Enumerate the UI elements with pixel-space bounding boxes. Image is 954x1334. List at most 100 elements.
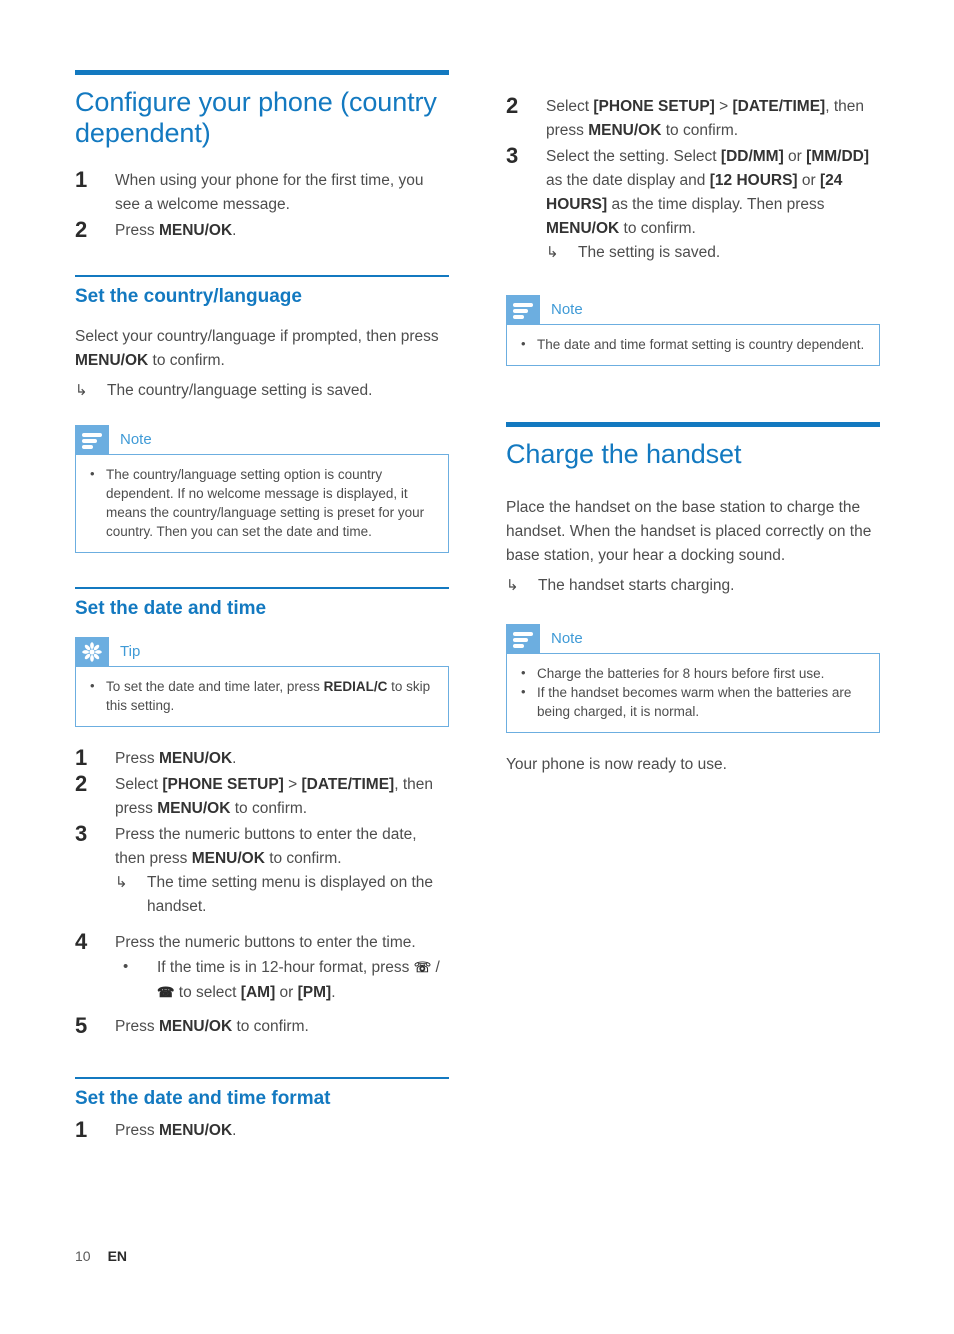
- arrow-icon: ↳: [115, 874, 128, 891]
- section-rule: [75, 1077, 449, 1079]
- step-text: Select the setting. Select [DD/MM] or [M…: [546, 145, 880, 241]
- page-title: Configure your phone (country dependent): [75, 87, 437, 148]
- bullet-icon: •: [123, 958, 129, 975]
- note-text: If the handset becomes warm when the bat…: [537, 685, 852, 719]
- key-label: [MM/DD]: [806, 148, 869, 165]
- list-item: 3 Press the numeric buttons to enter the…: [75, 821, 449, 919]
- note-callout: Note • The country/language setting opti…: [75, 425, 449, 553]
- text-run: /: [431, 959, 440, 976]
- list-item: 1 Press MENU/OK.: [75, 1117, 449, 1143]
- callout-body: • Charge the batteries for 8 hours befor…: [506, 654, 880, 733]
- note-callout: Note • Charge the batteries for 8 hours …: [506, 624, 880, 733]
- callout-header: Note: [75, 425, 449, 455]
- callout-header: Note: [506, 624, 880, 654]
- callout-body: • The date and time format setting is co…: [506, 325, 880, 366]
- section-rule: [75, 587, 449, 589]
- list-item: 2 Select [PHONE SETUP] > [DATE/TIME], th…: [75, 771, 449, 821]
- list-item: 5 Press MENU/OK to confirm.: [75, 1013, 449, 1039]
- step-number: 1: [75, 167, 88, 192]
- bullet-icon: •: [521, 684, 526, 699]
- text-run: To set the date and time later, press: [106, 679, 324, 694]
- text-run: .: [331, 984, 336, 1001]
- text-run: When using your phone for the first time…: [115, 172, 424, 213]
- key-label: [PM]: [297, 984, 332, 1001]
- text-run: Select your country/language if prompted…: [75, 328, 439, 345]
- list-item: • Charge the batteries for 8 hours befor…: [519, 664, 867, 683]
- step-text: Press the numeric buttons to enter the d…: [115, 823, 449, 871]
- section-heading-date-time: Set the date and time: [75, 598, 267, 619]
- tip-asterisk-icon: [75, 637, 109, 667]
- tip-callout: Tip • To set the date and time later, pr…: [75, 637, 449, 727]
- step-text: Press MENU/OK.: [115, 219, 449, 243]
- step-number: 2: [75, 771, 88, 796]
- callout-label: Note: [109, 425, 449, 455]
- nav-up-key-icon: ☏: [413, 959, 432, 975]
- left-column: Configure your phone (country dependent)…: [75, 70, 449, 1145]
- arrow-icon: ↳: [506, 577, 519, 594]
- text-run: Select: [115, 776, 163, 793]
- bullet-icon: •: [90, 678, 95, 693]
- callout-label: Tip: [109, 637, 449, 667]
- arrow-icon: ↳: [546, 244, 559, 261]
- text-run: as the time display. Then press: [607, 196, 825, 213]
- text-run: Press: [115, 1018, 159, 1035]
- callout-label: Note: [540, 624, 880, 654]
- text-run: Press: [115, 750, 159, 767]
- text-run: >: [283, 776, 302, 793]
- text-run: .: [232, 750, 237, 767]
- key-label: MENU/OK: [158, 750, 233, 767]
- key-label: [AM]: [240, 984, 276, 1001]
- footer-language: EN: [107, 1248, 128, 1264]
- section-rule: [75, 275, 449, 277]
- note-text: The date and time format setting is coun…: [537, 337, 865, 352]
- list-item: 1 When using your phone for the first ti…: [75, 167, 449, 217]
- section-heading-country-language: Set the country/language: [75, 286, 302, 307]
- bullet-icon: •: [521, 336, 526, 351]
- result-line: ↳ The time setting menu is displayed on …: [115, 871, 449, 919]
- key-label: MENU/OK: [588, 122, 662, 139]
- key-label: [DD/MM]: [720, 148, 784, 165]
- list-item: 2 Select [PHONE SETUP] > [DATE/TIME], th…: [506, 93, 880, 143]
- closing-paragraph: Your phone is now ready to use.: [506, 756, 727, 773]
- note-lines-icon: [506, 624, 540, 654]
- text-run: to confirm.: [230, 800, 308, 817]
- chapter-rule: [75, 70, 449, 75]
- arrow-icon: ↳: [75, 382, 88, 399]
- step-number: 5: [75, 1013, 88, 1038]
- callout-header: Tip: [75, 637, 449, 667]
- step-text: Press MENU/OK to confirm.: [115, 1015, 449, 1039]
- text-run: Press the numeric buttons to enter the t…: [115, 934, 416, 951]
- country-language-paragraph: Select your country/language if prompted…: [75, 325, 449, 373]
- list-item: 2 Press MENU/OK.: [75, 217, 449, 243]
- manual-page: Configure your phone (country dependent)…: [0, 0, 954, 1334]
- step-text: Press MENU/OK.: [115, 747, 449, 771]
- right-column: 2 Select [PHONE SETUP] > [DATE/TIME], th…: [506, 70, 880, 793]
- sub-bullet: • If the time is in 12-hour format, pres…: [115, 955, 449, 1005]
- key-label: MENU/OK: [191, 850, 265, 867]
- key-label: MENU/OK: [75, 352, 149, 369]
- text-run: to confirm.: [148, 352, 225, 369]
- text-run: or: [275, 984, 298, 1001]
- callout-body: • To set the date and time later, press …: [75, 667, 449, 727]
- key-label: MENU/OK: [157, 800, 231, 817]
- key-label: [DATE/TIME]: [301, 776, 395, 793]
- step-number: 2: [506, 93, 519, 118]
- result-text: The handset starts charging.: [538, 577, 735, 594]
- text-run: to confirm.: [661, 122, 739, 139]
- nav-down-key-icon: ☎: [157, 984, 175, 1000]
- sub-bullet-text: If the time is in 12-hour format, press …: [157, 959, 440, 1001]
- note-callout: Note • The date and time format setting …: [506, 295, 880, 366]
- text-run: to select: [174, 984, 241, 1001]
- format-step-list-continued: 2 Select [PHONE SETUP] > [DATE/TIME], th…: [506, 93, 880, 265]
- text-run: .: [232, 222, 237, 239]
- result-line: ↳ The setting is saved.: [546, 241, 880, 265]
- note-text: The country/language setting option is c…: [106, 467, 425, 539]
- step-number: 4: [75, 929, 88, 954]
- list-item: 1 Press MENU/OK.: [75, 745, 449, 771]
- callout-header: Note: [506, 295, 880, 325]
- text-run: Select: [546, 98, 594, 115]
- list-item: • The country/language setting option is…: [88, 465, 436, 541]
- step-text: Press the numeric buttons to enter the t…: [115, 931, 449, 955]
- step-number: 1: [75, 745, 88, 770]
- key-label: [DATE/TIME]: [732, 98, 826, 115]
